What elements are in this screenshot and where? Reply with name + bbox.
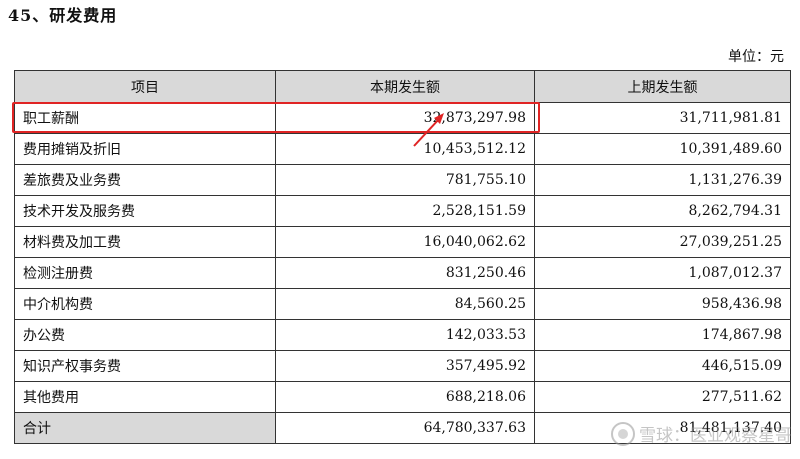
row-previous: 10,391,489.60 [534,133,791,165]
row-item: 知识产权事务费 [14,350,276,382]
table-row: 技术开发及服务费 2,528,151.59 8,262,794.31 [14,195,791,227]
row-item: 费用摊销及折旧 [14,133,276,165]
table-row: 办公费 142,033.53 174,867.98 [14,319,791,351]
table-row: 材料费及加工费 16,040,062.62 27,039,251.25 [14,226,791,258]
row-item: 差旅费及业务费 [14,164,276,196]
table-row: 检测注册费 831,250.46 1,087,012.37 [14,257,791,289]
row-previous: 27,039,251.25 [534,226,791,258]
row-item: 其他费用 [14,381,276,413]
row-current: 781,755.10 [275,164,535,196]
row-item: 办公费 [14,319,276,351]
row-item: 中介机构费 [14,288,276,320]
annotation-arrow-icon [413,113,444,147]
column-header-item: 项目 [14,70,276,103]
table-row: 差旅费及业务费 781,755.10 1,131,276.39 [14,164,791,196]
total-current: 64,780,337.63 [275,412,535,444]
row-previous: 1,087,012.37 [534,257,791,289]
row-current: 831,250.46 [275,257,535,289]
row-item: 材料费及加工费 [14,226,276,258]
row-item: 技术开发及服务费 [14,195,276,227]
row-item: 职工薪酬 [14,102,276,134]
table-row: 中介机构费 84,560.25 958,436.98 [14,288,791,320]
row-current: 688,218.06 [275,381,535,413]
row-current: 10,453,512.12 [275,133,535,165]
row-current: 142,033.53 [275,319,535,351]
row-previous: 31,711,981.81 [534,102,791,134]
section-title: 45、研发费用 [8,6,118,25]
column-header-current: 本期发生额 [275,70,535,103]
row-previous: 8,262,794.31 [534,195,791,227]
table-header-row: 项目 本期发生额 上期发生额 [14,70,791,103]
row-current: 2,528,151.59 [275,195,535,227]
rd-expense-table: 项目 本期发生额 上期发生额 职工薪酬 32,873,297.98 31,711… [14,70,791,444]
row-current: 16,040,062.62 [275,226,535,258]
row-previous: 174,867.98 [534,319,791,351]
table-row: 知识产权事务费 357,495.92 446,515.09 [14,350,791,382]
snowball-logo-icon [611,421,635,446]
watermark: 雪球：医业观察星哥 [611,421,792,446]
row-previous: 1,131,276.39 [534,164,791,196]
row-item: 检测注册费 [14,257,276,289]
watermark-text: 雪球：医业观察星哥 [639,426,792,446]
row-previous: 958,436.98 [534,288,791,320]
row-current: 357,495.92 [275,350,535,382]
row-previous: 446,515.09 [534,350,791,382]
row-previous: 277,511.62 [534,381,791,413]
column-header-previous: 上期发生额 [534,70,791,103]
table-row: 其他费用 688,218.06 277,511.62 [14,381,791,413]
row-current: 84,560.25 [275,288,535,320]
table-row: 职工薪酬 32,873,297.98 31,711,981.81 [14,102,791,134]
unit-label: 单位：元 [728,49,784,65]
row-current: 32,873,297.98 [275,102,535,134]
total-item: 合计 [14,412,276,444]
table-row: 费用摊销及折旧 10,453,512.12 10,391,489.60 [14,133,791,165]
